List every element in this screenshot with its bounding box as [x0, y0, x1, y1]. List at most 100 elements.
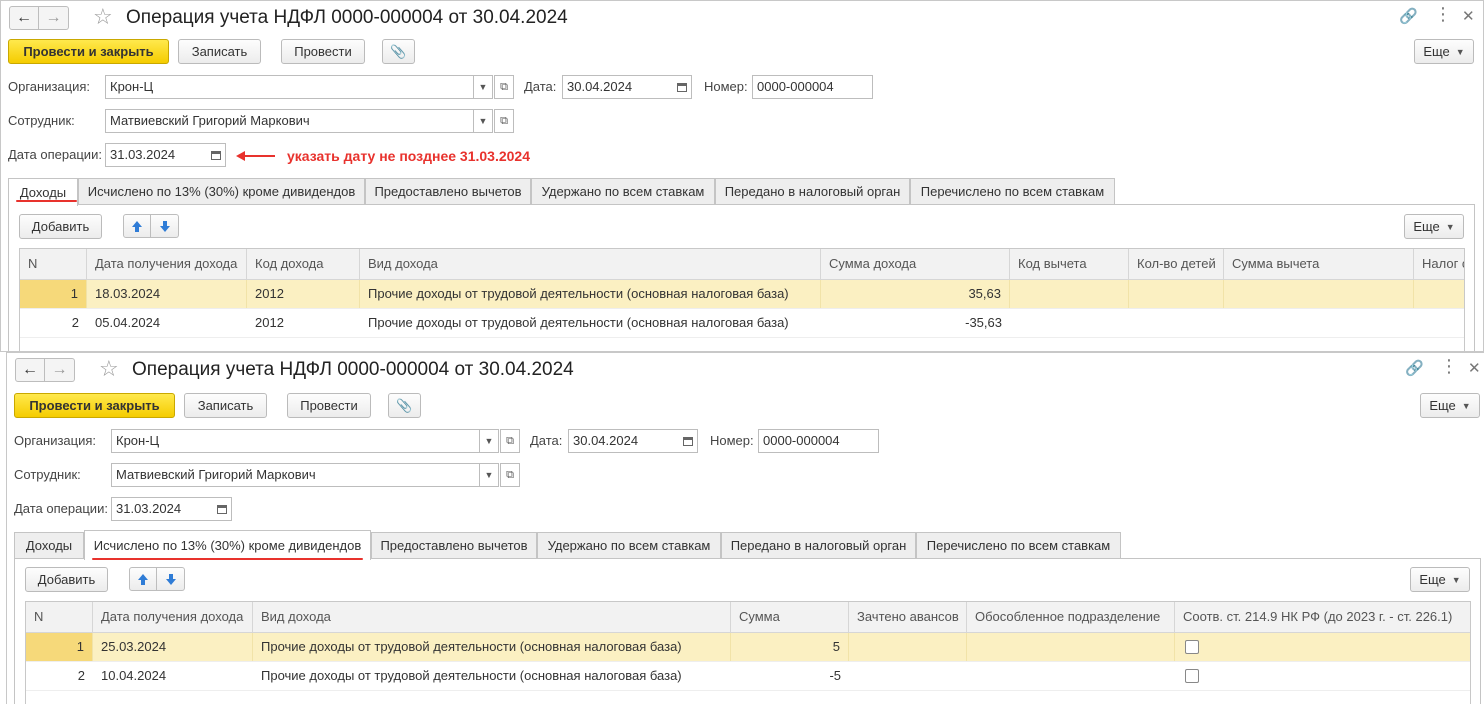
- employee-open-button[interactable]: ⧉: [500, 463, 520, 487]
- operation-date-field[interactable]: 31.03.2024: [105, 143, 207, 167]
- post-button[interactable]: Провести: [281, 39, 365, 64]
- table-row[interactable]: 2 05.04.2024 2012 Прочие доходы от трудо…: [20, 309, 1464, 338]
- org-open-button[interactable]: ⧉: [494, 75, 514, 99]
- employee-dropdown-button[interactable]: ▼: [473, 109, 493, 133]
- col-deduction-sum[interactable]: Сумма вычета: [1224, 249, 1414, 279]
- move-up-button[interactable]: [129, 567, 157, 591]
- annotation-text: указать дату не позднее 31.03.2024: [287, 148, 531, 164]
- attach-button[interactable]: 📎: [382, 39, 415, 64]
- move-down-button[interactable]: [151, 214, 179, 238]
- employee-dropdown-button[interactable]: ▼: [479, 463, 499, 487]
- number-field[interactable]: 0000-000004: [758, 429, 879, 453]
- col-income-kind[interactable]: Вид дохода: [360, 249, 821, 279]
- move-down-button[interactable]: [157, 567, 185, 591]
- tab-calculated[interactable]: Исчислено по 13% (30%) кроме дивидендов: [78, 178, 365, 204]
- table-more-button[interactable]: Еще ▼: [1410, 567, 1470, 592]
- post-button[interactable]: Провести: [287, 393, 371, 418]
- col-n[interactable]: N: [20, 249, 87, 279]
- table-more-button[interactable]: Еще ▼: [1404, 214, 1464, 239]
- date-label: Дата:: [524, 79, 557, 94]
- col-deduction-code[interactable]: Код вычета: [1010, 249, 1129, 279]
- forward-button[interactable]: →: [39, 6, 69, 30]
- row-kind: Прочие доходы от трудовой деятельности (…: [253, 633, 731, 661]
- tab-withheld[interactable]: Удержано по всем ставкам: [537, 532, 721, 558]
- row-kind: Прочие доходы от трудовой деятельности (…: [261, 668, 682, 683]
- more-actions-icon[interactable]: ⋮: [1440, 356, 1458, 376]
- col-income-sum[interactable]: Сумма дохода: [821, 249, 1010, 279]
- org-dropdown-button[interactable]: ▼: [473, 75, 493, 99]
- col-income-kind[interactable]: Вид дохода: [253, 602, 731, 632]
- col-date[interactable]: Дата получения дохода: [87, 249, 247, 279]
- operation-date-calendar-button[interactable]: [206, 143, 226, 167]
- more-actions-icon[interactable]: ⋮: [1434, 4, 1452, 24]
- favorite-star-icon[interactable]: ☆: [93, 5, 113, 29]
- back-button[interactable]: ←: [9, 6, 39, 30]
- forward-button[interactable]: →: [45, 358, 75, 382]
- employee-field[interactable]: Матвиевский Григорий Маркович: [111, 463, 480, 487]
- date-field[interactable]: 30.04.2024: [562, 75, 673, 99]
- paperclip-icon: 📎: [390, 43, 407, 59]
- more-button[interactable]: Еще ▼: [1414, 39, 1474, 64]
- col-income-code[interactable]: Код дохода: [247, 249, 360, 279]
- tab-withheld[interactable]: Удержано по всем ставкам: [531, 178, 715, 204]
- col-article-2149[interactable]: Соотв. ст. 214.9 НК РФ (до 2023 г. - ст.…: [1175, 602, 1470, 632]
- save-button[interactable]: Записать: [178, 39, 261, 64]
- more-label: Еще: [1429, 398, 1456, 413]
- tab-deductions[interactable]: Предоставлено вычетов: [365, 178, 531, 204]
- link-icon[interactable]: 🔗: [1405, 359, 1424, 379]
- post-and-close-button[interactable]: Провести и закрыть: [8, 39, 169, 64]
- employee-open-button[interactable]: ⧉: [494, 109, 514, 133]
- number-field[interactable]: 0000-000004: [752, 75, 873, 99]
- org-field[interactable]: Крон-Ц: [111, 429, 480, 453]
- org-dropdown-button[interactable]: ▼: [479, 429, 499, 453]
- number-label: Номер:: [704, 79, 748, 94]
- save-button[interactable]: Записать: [184, 393, 267, 418]
- table-row[interactable]: 1 18.03.2024 2012 Прочие доходы от трудо…: [20, 280, 1464, 309]
- operation-date-field[interactable]: 31.03.2024: [111, 497, 213, 521]
- tab-transferred-to-tax[interactable]: Передано в налоговый орган: [715, 178, 910, 204]
- add-row-button[interactable]: Добавить: [25, 567, 108, 592]
- link-icon[interactable]: 🔗: [1399, 7, 1418, 27]
- move-buttons: [129, 567, 185, 591]
- tab-paid[interactable]: Перечислено по всем ставкам: [910, 178, 1115, 204]
- date-calendar-button[interactable]: [672, 75, 692, 99]
- back-button[interactable]: ←: [15, 358, 45, 382]
- date-field[interactable]: 30.04.2024: [568, 429, 679, 453]
- move-up-button[interactable]: [123, 214, 151, 238]
- employee-field[interactable]: Матвиевский Григорий Маркович: [105, 109, 474, 133]
- caret-down-icon: ▼: [484, 470, 494, 480]
- date-calendar-button[interactable]: [678, 429, 698, 453]
- col-date[interactable]: Дата получения дохода: [93, 602, 253, 632]
- arrow-left-icon: ←: [16, 9, 32, 26]
- col-tax[interactable]: Налог с: [1414, 249, 1464, 279]
- caret-down-icon: ▼: [484, 436, 494, 446]
- table-row[interactable]: 2 10.04.2024 Прочие доходы от трудовой д…: [26, 662, 1470, 691]
- row-article-checkbox[interactable]: [1185, 640, 1199, 654]
- close-icon[interactable]: ✕: [1462, 7, 1475, 27]
- tab-calculated[interactable]: Исчислено по 13% (30%) кроме дивидендов: [84, 530, 371, 560]
- col-n[interactable]: N: [26, 602, 93, 632]
- tab-income[interactable]: Доходы: [14, 532, 84, 558]
- date-label: Дата:: [530, 433, 563, 448]
- favorite-star-icon[interactable]: ☆: [99, 357, 119, 381]
- operation-date-calendar-button[interactable]: [212, 497, 232, 521]
- col-children[interactable]: Кол-во детей: [1129, 249, 1224, 279]
- more-button[interactable]: Еще ▼: [1420, 393, 1480, 418]
- close-icon[interactable]: ✕: [1468, 359, 1481, 379]
- row-n: 1: [26, 633, 93, 661]
- row-date: 10.04.2024: [101, 668, 167, 683]
- add-row-button[interactable]: Добавить: [19, 214, 102, 239]
- number-label: Номер:: [710, 433, 754, 448]
- table-row[interactable]: 1 25.03.2024 Прочие доходы от трудовой д…: [26, 633, 1470, 662]
- post-and-close-button[interactable]: Провести и закрыть: [14, 393, 175, 418]
- attach-button[interactable]: 📎: [388, 393, 421, 418]
- tab-transferred-to-tax[interactable]: Передано в налоговый орган: [721, 532, 916, 558]
- tab-deductions[interactable]: Предоставлено вычетов: [371, 532, 537, 558]
- tab-paid[interactable]: Перечислено по всем ставкам: [916, 532, 1121, 558]
- col-advances[interactable]: Зачтено авансов: [849, 602, 967, 632]
- org-field[interactable]: Крон-Ц: [105, 75, 474, 99]
- col-subdivision[interactable]: Обособленное подразделение: [967, 602, 1175, 632]
- col-sum[interactable]: Сумма: [731, 602, 849, 632]
- row-article-checkbox[interactable]: [1185, 669, 1199, 683]
- org-open-button[interactable]: ⧉: [500, 429, 520, 453]
